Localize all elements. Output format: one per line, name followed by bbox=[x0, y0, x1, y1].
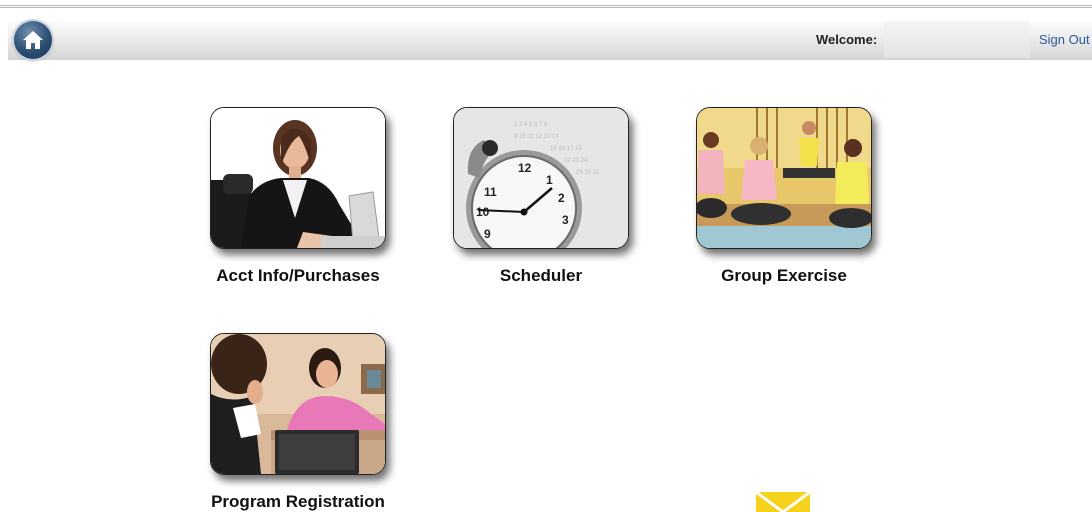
tile-group-exercise[interactable]: Group Exercise bbox=[684, 107, 884, 286]
tile-label[interactable]: Group Exercise bbox=[684, 266, 884, 286]
tile-scheduler[interactable]: 2 3 4 5 6 7 8 9 10 11 12 13 14 15 16 17 … bbox=[441, 107, 641, 286]
top-divider bbox=[0, 5, 1092, 8]
svg-text:22 23 24: 22 23 24 bbox=[564, 158, 588, 164]
svg-text:10: 10 bbox=[476, 205, 490, 219]
tile-acct-info-purchases[interactable]: Acct Info/Purchases bbox=[198, 107, 398, 286]
front-desk-registration-photo[interactable] bbox=[210, 333, 386, 475]
stopwatch-on-calendar-photo[interactable]: 2 3 4 5 6 7 8 9 10 11 12 13 14 15 16 17 … bbox=[453, 107, 629, 249]
tile-label[interactable]: Acct Info/Purchases bbox=[198, 266, 398, 286]
welcome-user-field bbox=[884, 22, 1030, 58]
home-icon bbox=[23, 31, 43, 49]
svg-text:11: 11 bbox=[484, 185, 497, 199]
svg-text:15 16 17 18: 15 16 17 18 bbox=[550, 146, 582, 152]
tile-label[interactable]: Program Registration bbox=[198, 492, 398, 512]
tile-program-registration[interactable]: Program Registration bbox=[198, 333, 398, 512]
svg-text:12: 12 bbox=[518, 161, 532, 175]
yoga-class-photo[interactable] bbox=[696, 107, 872, 249]
welcome-label: Welcome: bbox=[816, 32, 878, 47]
svg-text:29 30 31: 29 30 31 bbox=[576, 170, 600, 176]
businesswoman-at-laptop-photo[interactable] bbox=[210, 107, 386, 249]
svg-text:3: 3 bbox=[562, 213, 569, 227]
svg-text:2: 2 bbox=[558, 191, 565, 205]
tile-label[interactable]: Scheduler bbox=[441, 266, 641, 286]
svg-text:1: 1 bbox=[546, 173, 553, 187]
home-button[interactable] bbox=[14, 21, 52, 59]
header-bar: Welcome: Sign Out bbox=[8, 20, 1092, 60]
svg-text:2 3 4 5 6 7 8: 2 3 4 5 6 7 8 bbox=[514, 122, 548, 128]
svg-text:9 10 11 12 13 14: 9 10 11 12 13 14 bbox=[514, 134, 559, 140]
sign-out-link[interactable]: Sign Out bbox=[1039, 32, 1090, 47]
svg-text:9: 9 bbox=[484, 227, 491, 241]
envelope-icon[interactable] bbox=[756, 492, 810, 512]
